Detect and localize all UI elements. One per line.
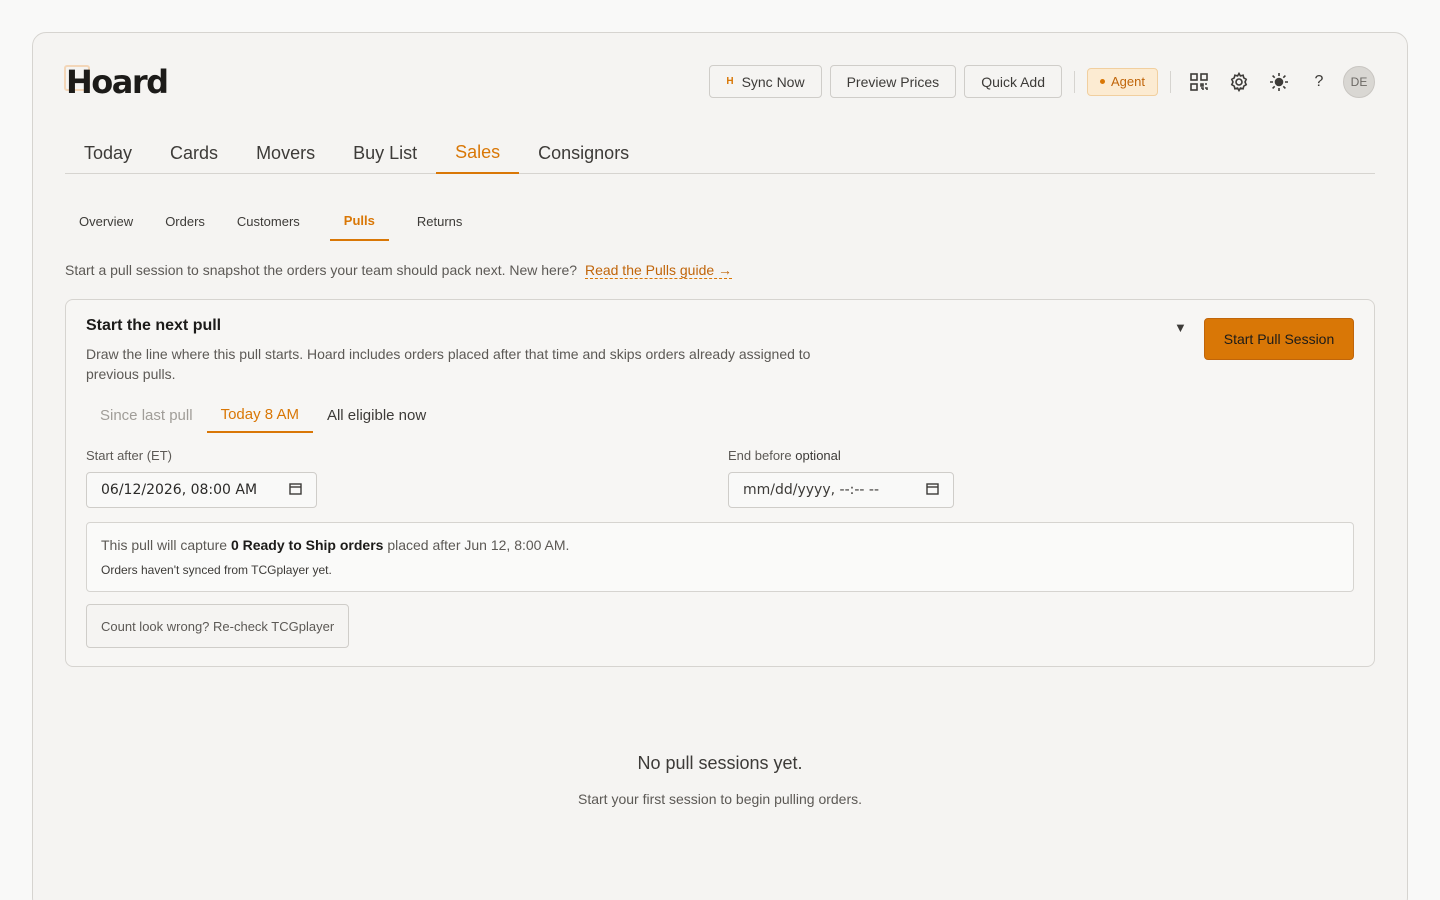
calendar-icon[interactable] bbox=[289, 482, 302, 499]
header-actions: H Sync Now Preview Prices Quick Add Agen… bbox=[709, 65, 1375, 98]
end-before-label: End before optional bbox=[728, 448, 841, 463]
help-icon[interactable]: ? bbox=[1303, 66, 1335, 98]
range-tabs: Since last pull Today 8 AM All eligible … bbox=[86, 397, 440, 433]
preview-prices-button[interactable]: Preview Prices bbox=[829, 65, 957, 98]
quick-add-button[interactable]: Quick Add bbox=[964, 65, 1063, 98]
subtab-orders[interactable]: Orders bbox=[151, 201, 219, 241]
tab-movers[interactable]: Movers bbox=[237, 133, 334, 174]
recheck-tcgplayer-button[interactable]: Count look wrong? Re-check TCGplayer bbox=[86, 604, 350, 648]
card-description: Draw the line where this pull starts. Ho… bbox=[86, 346, 811, 382]
sync-icon: H bbox=[726, 76, 734, 87]
empty-state-subtitle: Start your first session to begin pullin… bbox=[577, 791, 863, 807]
start-after-input[interactable]: 06/12/2026, 08:00 AM bbox=[86, 472, 317, 508]
qr-code-icon[interactable] bbox=[1183, 66, 1215, 98]
status-dot-icon bbox=[1100, 79, 1106, 84]
main-tabs: Today Cards Movers Buy List Sales Consig… bbox=[65, 133, 1375, 174]
gear-icon[interactable] bbox=[1223, 66, 1255, 98]
tab-consignors[interactable]: Consignors bbox=[519, 133, 648, 174]
pull-summary: This pull will capture 0 Ready to Ship o… bbox=[86, 522, 1354, 592]
tab-sales[interactable]: Sales bbox=[436, 133, 520, 174]
tab-today[interactable]: Today bbox=[65, 133, 151, 174]
summary-note: Orders haven't synced from TCGplayer yet… bbox=[101, 563, 332, 577]
range-tab-today-8am[interactable]: Today 8 AM bbox=[206, 397, 313, 433]
collapse-triangle-icon[interactable]: ▼ bbox=[1174, 320, 1187, 335]
sub-tabs: Overview Orders Customers Pulls Returns bbox=[65, 201, 480, 241]
sun-icon[interactable] bbox=[1263, 66, 1295, 98]
calendar-icon[interactable] bbox=[926, 482, 939, 499]
intro-text: Start a pull session to snapshot the ord… bbox=[65, 262, 733, 279]
app-frame: Hoard H Sync Now Preview Prices Quick Ad… bbox=[32, 32, 1408, 900]
card-title: Start the next pull bbox=[86, 317, 222, 334]
divider bbox=[1074, 70, 1076, 93]
pull-card: Start the next pull Draw the line where … bbox=[65, 299, 1375, 667]
start-pull-session-button[interactable]: Start Pull Session bbox=[1204, 318, 1354, 360]
empty-state-title: No pull sessions yet. bbox=[637, 753, 803, 773]
start-after-label: Start after (ET) bbox=[86, 448, 172, 463]
agent-badge[interactable]: Agent bbox=[1087, 67, 1158, 96]
pulls-guide-link[interactable]: Read the Pulls guide → bbox=[584, 262, 733, 279]
summary-line: This pull will capture 0 Ready to Ship o… bbox=[101, 537, 570, 553]
subtab-customers[interactable]: Customers bbox=[223, 201, 314, 241]
end-before-input[interactable]: mm/dd/yyyy, --:-- -- bbox=[728, 472, 954, 508]
avatar[interactable]: DE bbox=[1343, 65, 1375, 98]
subtab-overview[interactable]: Overview bbox=[65, 201, 147, 241]
sync-now-button[interactable]: H Sync Now bbox=[709, 65, 822, 98]
range-tab-since-last-pull[interactable]: Since last pull bbox=[86, 397, 207, 433]
subtab-returns[interactable]: Returns bbox=[403, 201, 477, 241]
subtab-pulls[interactable]: Pulls bbox=[329, 201, 389, 241]
divider bbox=[1170, 70, 1171, 93]
logo[interactable]: Hoard bbox=[64, 63, 169, 101]
tab-cards[interactable]: Cards bbox=[151, 133, 237, 174]
range-tab-all-eligible[interactable]: All eligible now bbox=[313, 397, 440, 433]
tab-buy-list[interactable]: Buy List bbox=[334, 133, 436, 174]
